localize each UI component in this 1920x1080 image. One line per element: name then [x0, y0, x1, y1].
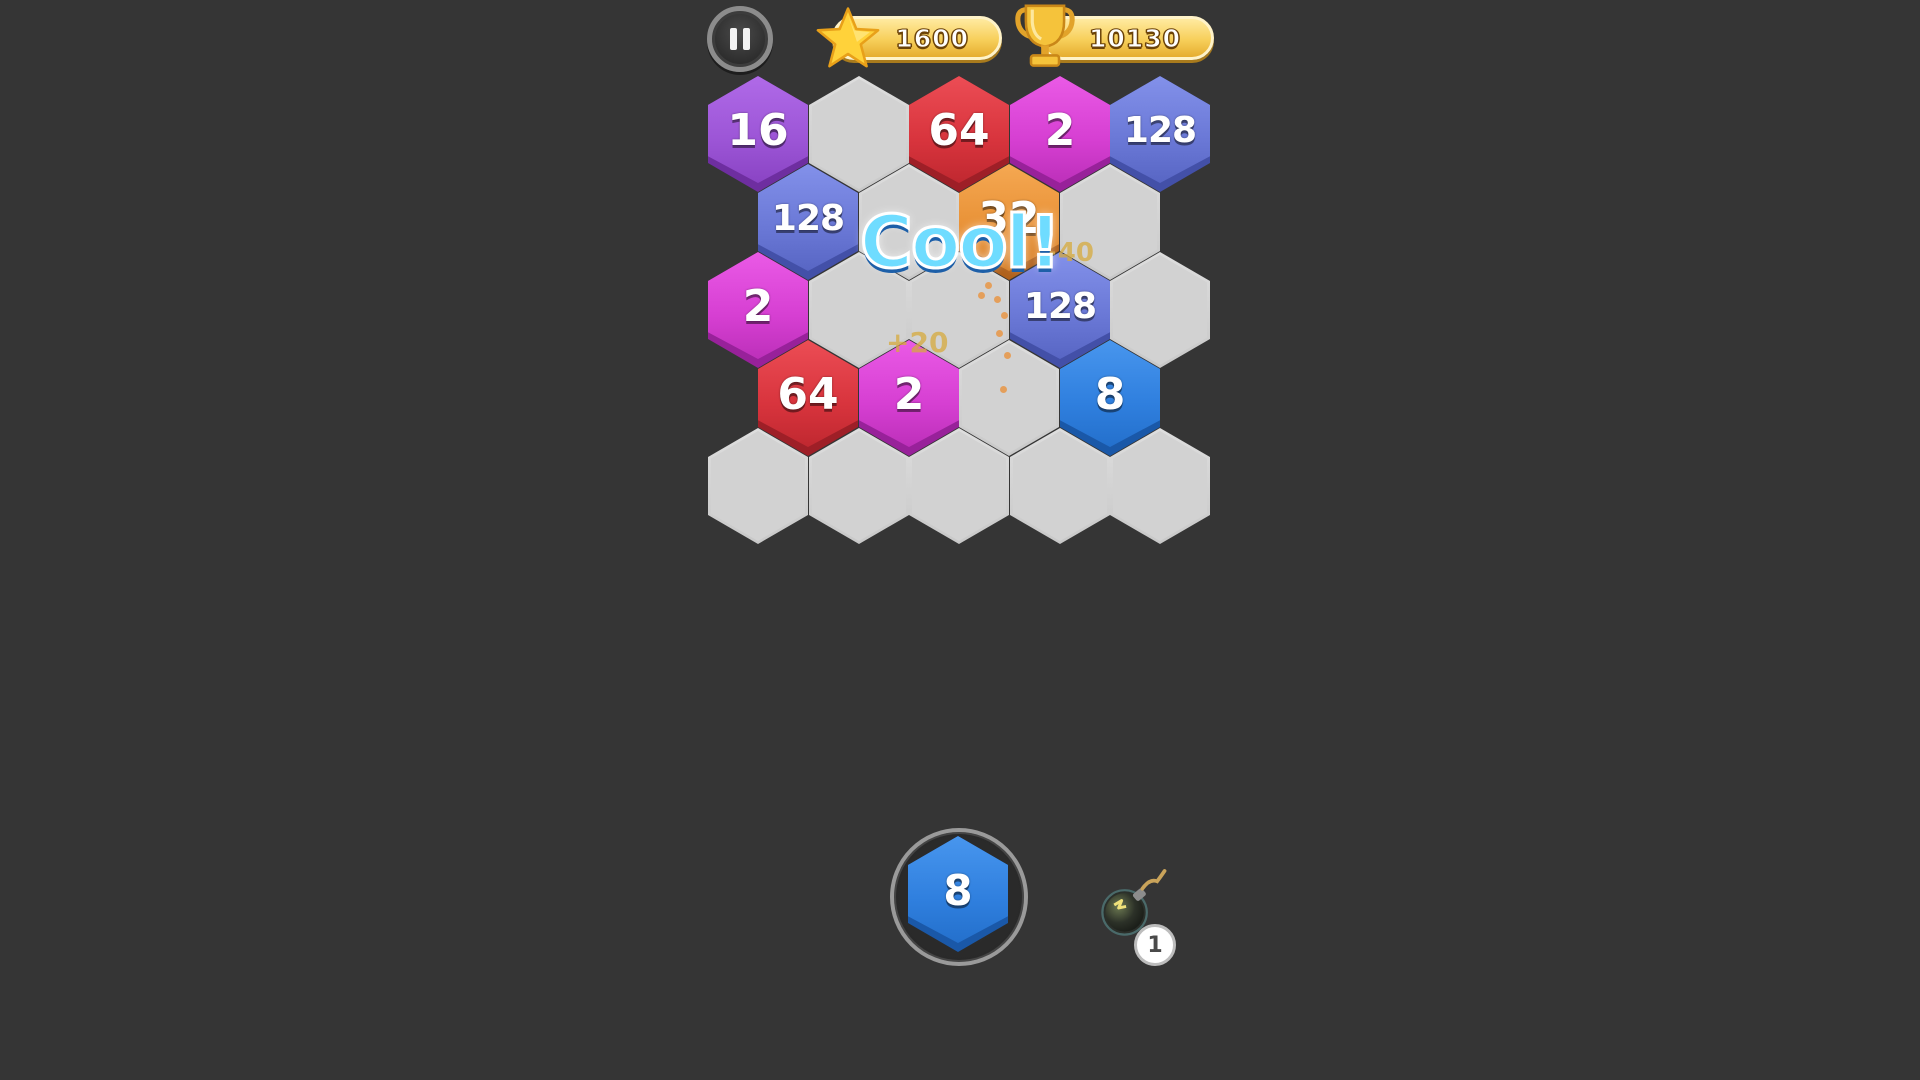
bomb-count-badge: 1 [1134, 924, 1176, 966]
tile-value: 64 [777, 368, 839, 420]
tile-value: 64 [928, 104, 990, 156]
pause-button[interactable] [707, 6, 773, 72]
merge-sparkle [1000, 386, 1007, 393]
merge-sparkle [996, 330, 1003, 337]
tile-value: 8 [1094, 368, 1126, 420]
best-score-value: 10130 [1089, 23, 1181, 53]
combo-text: Cool! [858, 199, 1062, 286]
merge-sparkle [978, 292, 985, 299]
score-popup: +20 [886, 326, 949, 359]
tile-value: 128 [771, 197, 845, 239]
game-stage: 1600 10130 16 64 2 128 128 32 2 128 64 2… [0, 0, 1920, 1080]
merge-sparkle [1001, 312, 1008, 319]
merge-sparkle [1004, 352, 1011, 359]
trophy-icon [1015, 4, 1075, 67]
stars-value: 1600 [895, 23, 969, 53]
tile-value: 128 [1123, 109, 1197, 151]
tile-value: 2 [893, 368, 925, 420]
tile-value: 2 [1044, 104, 1076, 156]
star-icon [816, 7, 880, 68]
pause-icon [730, 28, 750, 50]
tile-value: 16 [727, 104, 789, 156]
tile-value: 128 [1023, 285, 1097, 327]
tile-value: 2 [742, 280, 774, 332]
next-tile-value: 8 [943, 865, 973, 915]
merge-sparkle [994, 296, 1001, 303]
